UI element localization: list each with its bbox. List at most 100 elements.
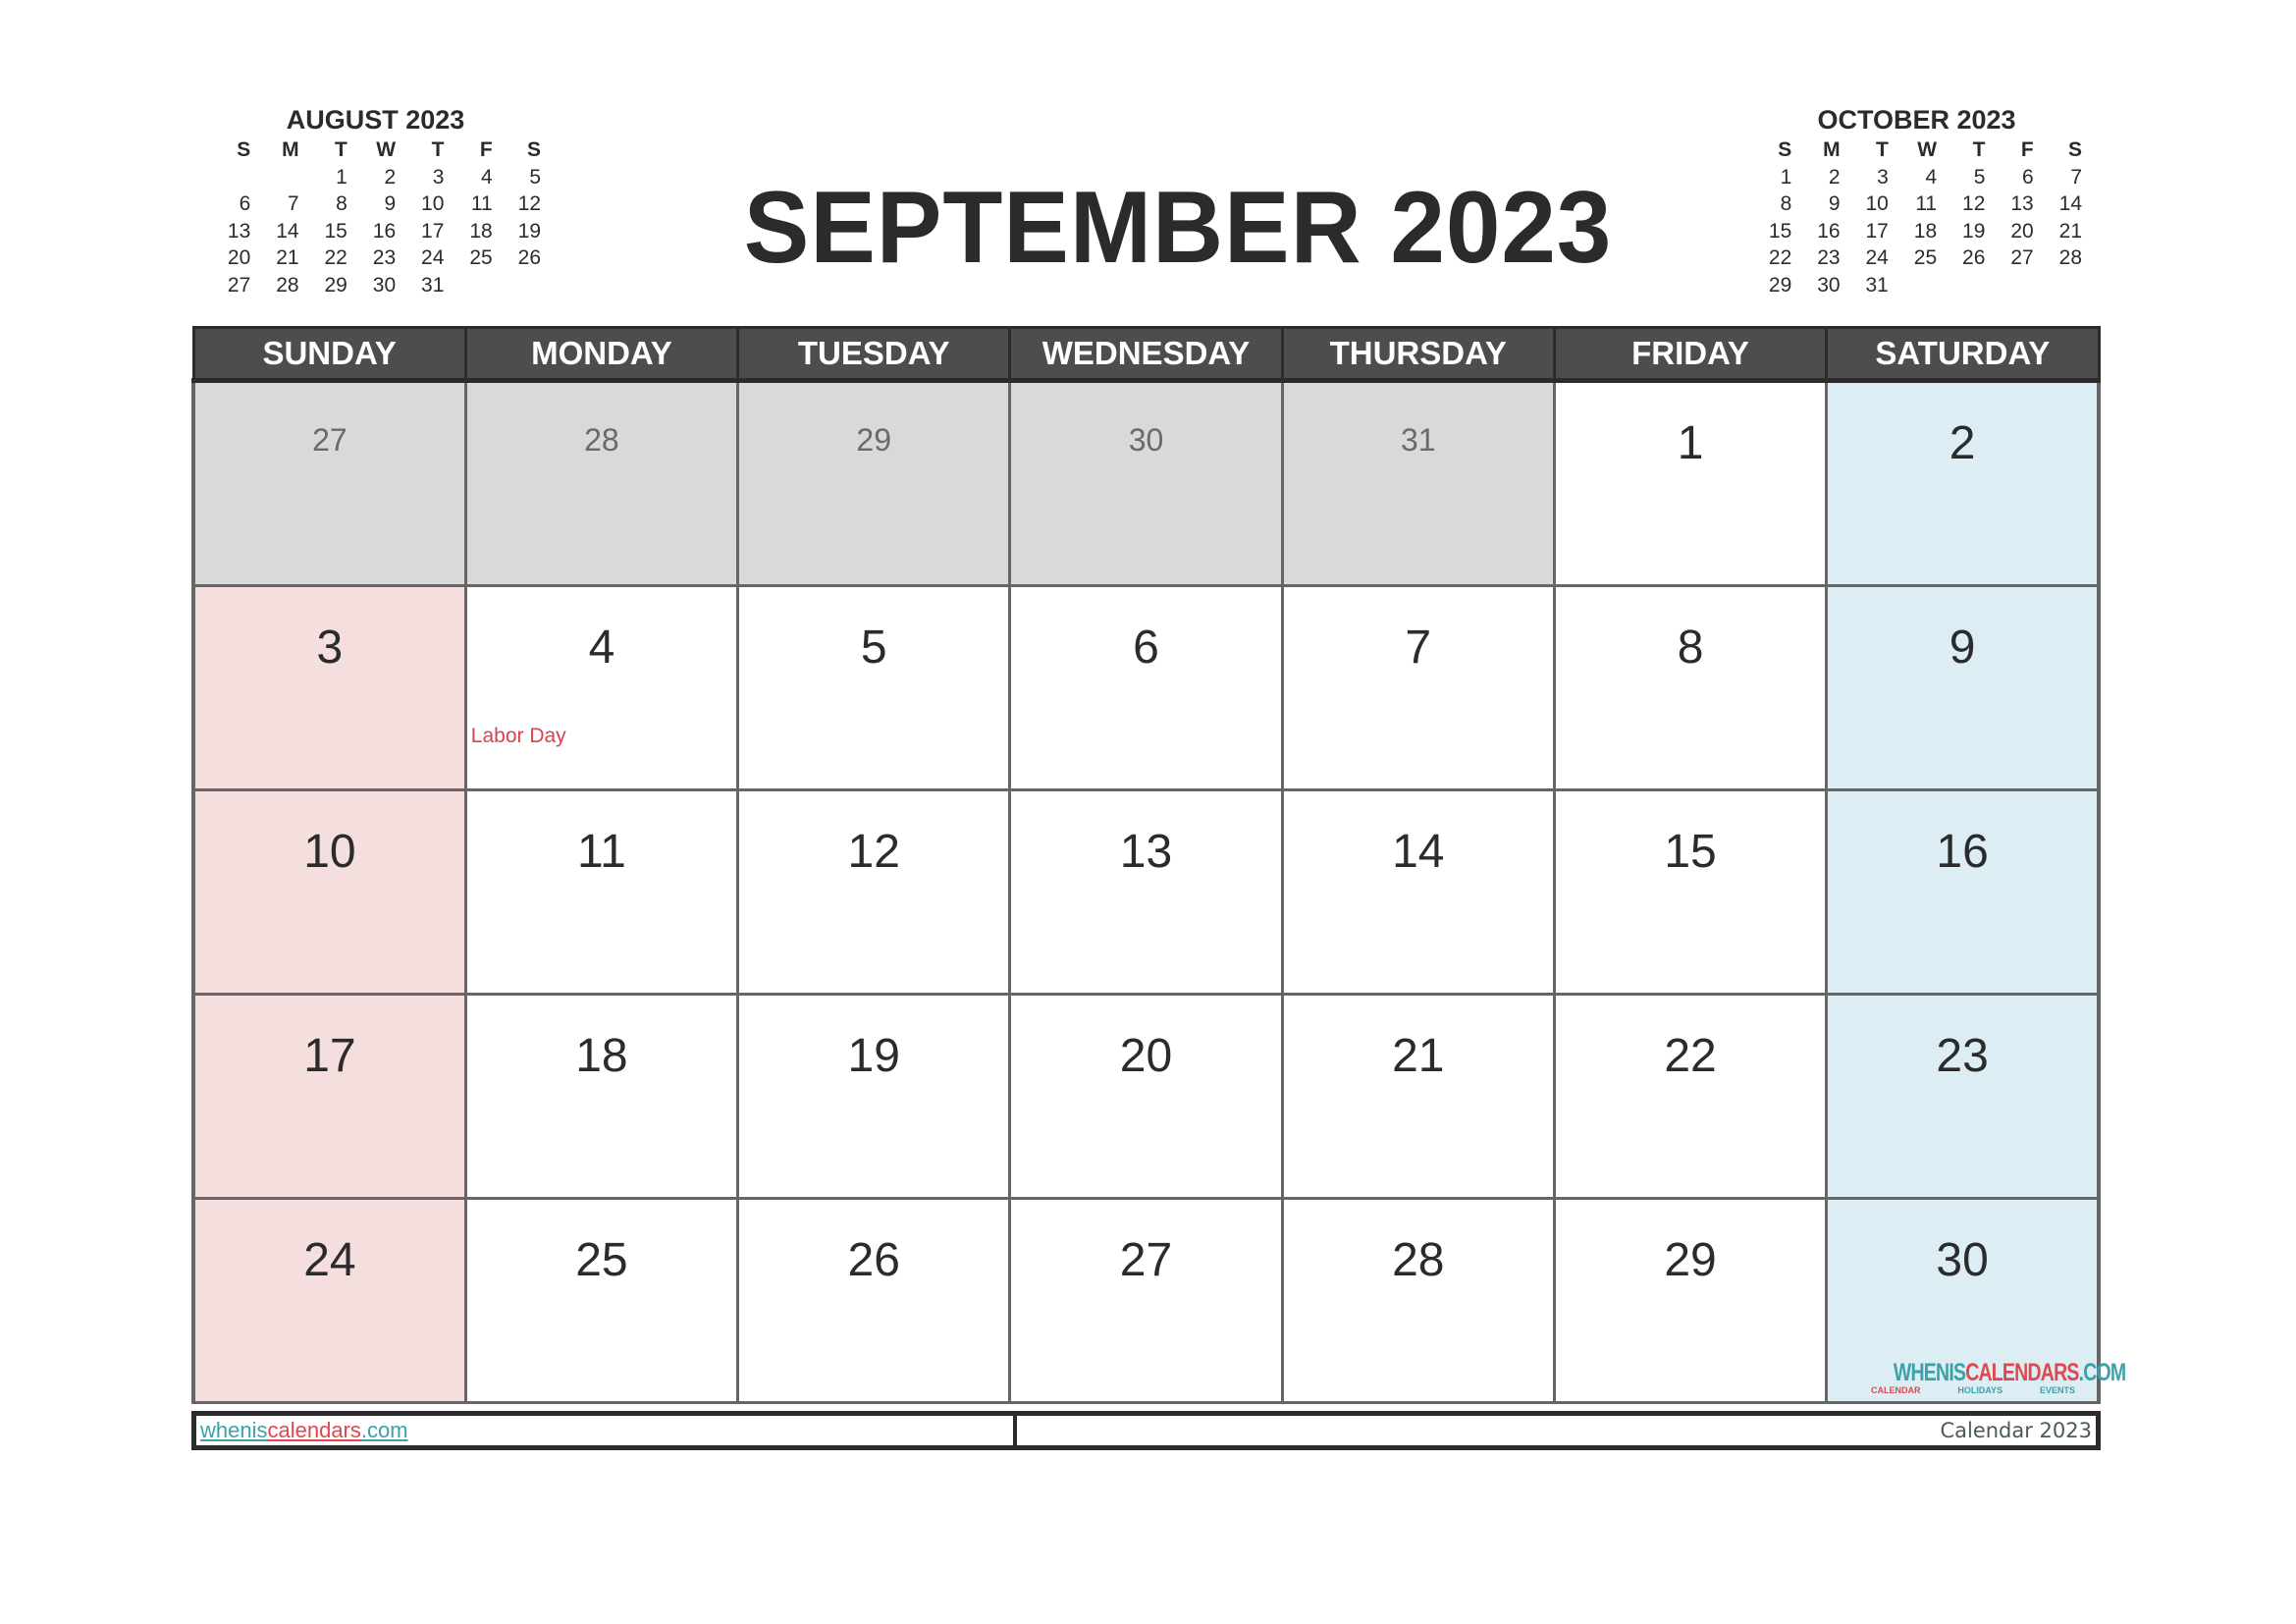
day-cell[interactable]: 11 [463,788,740,996]
month-calendar: SUNDAY MONDAY TUESDAY WEDNESDAY THURSDAY FRID… [190,326,2126,1404]
footer: wheniscalendars.com Calendar 2023 [191,1411,2101,1450]
day-number: 5 [860,622,887,674]
day-cell[interactable]: 25 [463,1197,740,1404]
mini-day: 19 [1962,219,1986,243]
day-cell[interactable]: 8 [1552,584,1829,791]
day-cell[interactable]: 1 [1552,379,1829,587]
day-cell[interactable]: 30 [1008,379,1284,587]
day-number: 18 [575,1030,628,1082]
day-cell[interactable]: 26 [736,1197,1012,1404]
mini-week-row: 13 14 15 16 17 18 19 [206,218,545,245]
mini-day: 26 [1962,246,1986,270]
day-number: 3 [316,622,344,674]
day-cell[interactable]: 3 [190,584,467,791]
mini-weekday-header: S [1778,138,1792,161]
weekday-header-friday: FRIDAY [1552,326,1829,383]
day-cell[interactable]: 23 [1825,993,2102,1200]
day-cell[interactable]: 15 [1552,788,1829,996]
day-cell[interactable]: 13 [1008,788,1284,996]
mini-day: 22 [324,246,347,270]
mini-weekday-header: M [1823,138,1841,161]
calendar-grid: SUNDAY MONDAY TUESDAY WEDNESDAY THURSDAY FRID… [190,326,2126,1404]
weekday-header-wednesday: WEDNESDAY [1008,326,1284,383]
mini-weekday-header: T [1876,138,1889,161]
mini-day: 29 [324,273,347,297]
day-number: 31 [1400,422,1436,458]
day-cell[interactable]: 9 [1825,584,2102,791]
day-cell[interactable]: 14 [1280,788,1556,996]
day-cell[interactable]: 28 [1280,1197,1556,1404]
mini-calendar-title: OCTOBER 2023 [1817,105,2016,135]
day-number: 30 [1936,1234,1989,1286]
mini-day [1989,272,2037,299]
day-cell[interactable]: 18 [463,993,740,1200]
day-cell[interactable]: 16 [1825,788,2102,996]
day-cell[interactable]: 27 [190,379,467,587]
day-number: 6 [1133,622,1159,674]
mini-day: 17 [421,219,445,243]
mini-day: 30 [372,273,397,297]
site-link-part: .com [360,1418,408,1442]
mini-day: 23 [372,246,397,270]
day-number: 30 [1128,422,1164,458]
mini-week-row: 6 7 8 9 10 11 12 [206,191,545,219]
day-cell[interactable]: 4 Labor Day [463,584,740,791]
day-cell[interactable]: 31 [1280,379,1556,587]
day-cell[interactable]: 29 [1552,1197,1829,1404]
day-number: 7 [1405,622,1432,674]
mini-day: 2 [384,165,397,189]
day-number: 2 [1949,417,1976,469]
mini-week-row: 1 2 3 4 5 [206,164,545,191]
mini-day: 1 [336,165,347,189]
brand-logo-tag: CALENDAR [1871,1385,1921,1395]
day-number: 8 [1677,622,1704,674]
mini-day: 6 [2022,165,2034,189]
mini-day: 6 [239,192,251,216]
mini-calendar-title: AUGUST 2023 [286,105,465,135]
mini-day: 30 [1817,273,1841,297]
day-cell[interactable]: 27 [1008,1197,1284,1404]
day-cell[interactable]: 12 [736,788,1012,996]
mini-weekday-header: T [1972,138,1986,161]
day-cell[interactable]: 20 [1008,993,1284,1200]
day-cell[interactable]: 19 [736,993,1012,1200]
day-number: 15 [1664,826,1717,878]
day-number: 13 [1119,826,1173,878]
day-cell[interactable]: 28 [463,379,740,587]
day-number: 9 [1949,622,1976,674]
mini-day: 24 [1865,246,1889,270]
day-cell[interactable]: 2 [1825,379,2102,587]
mini-week-row: 29 30 31 [1747,272,2086,299]
day-cell[interactable]: 6 [1008,584,1284,791]
mini-weekday-header: S [237,138,251,161]
mini-day [448,272,496,299]
day-number: 28 [584,422,619,458]
day-cell[interactable]: 22 [1552,993,1829,1200]
day-cell[interactable]: 30 WHENISCALENDARS.COM CALENDAR HOLIDAYS EVE… [1825,1197,2126,1404]
mini-weekday-header: S [2067,138,2082,161]
mini-weekday-header: F [479,138,493,161]
mini-calendar-grid: SMTWTFS 1 2 3 4 5 6 7 8 9 10 11 12 13 14 15 16 17 18 19 20 2… [206,136,545,299]
mini-day: 12 [1962,192,1986,216]
day-number: 16 [1936,826,1989,878]
day-cell[interactable]: 21 [1280,993,1556,1200]
day-cell[interactable]: 24 [190,1197,467,1404]
day-number: 17 [303,1030,356,1082]
brand-logo-part: .COM [2078,1359,2127,1386]
mini-day: 13 [2010,192,2034,216]
site-link-part: calendars [267,1418,361,1442]
week-row: 3 4 Labor Day 5 6 7 8 9 [190,584,2102,791]
mini-day: 28 [2058,246,2082,270]
brand-logo-tags: CALENDAR HOLIDAYS EVENTS [1871,1385,2075,1395]
day-cell[interactable]: 17 [190,993,467,1200]
site-link-part: whenis [200,1418,268,1442]
mini-day: 12 [517,192,541,216]
day-cell[interactable]: 29 [736,379,1012,587]
day-cell[interactable]: 7 [1280,584,1556,791]
day-cell[interactable]: 5 [736,584,1012,791]
mini-day: 31 [1865,273,1889,297]
weekday-header-thursday: THURSDAY [1280,326,1556,383]
day-cell[interactable]: 10 [190,788,467,996]
site-link[interactable]: wheniscalendars.com [200,1418,408,1443]
mini-day: 27 [227,273,251,297]
